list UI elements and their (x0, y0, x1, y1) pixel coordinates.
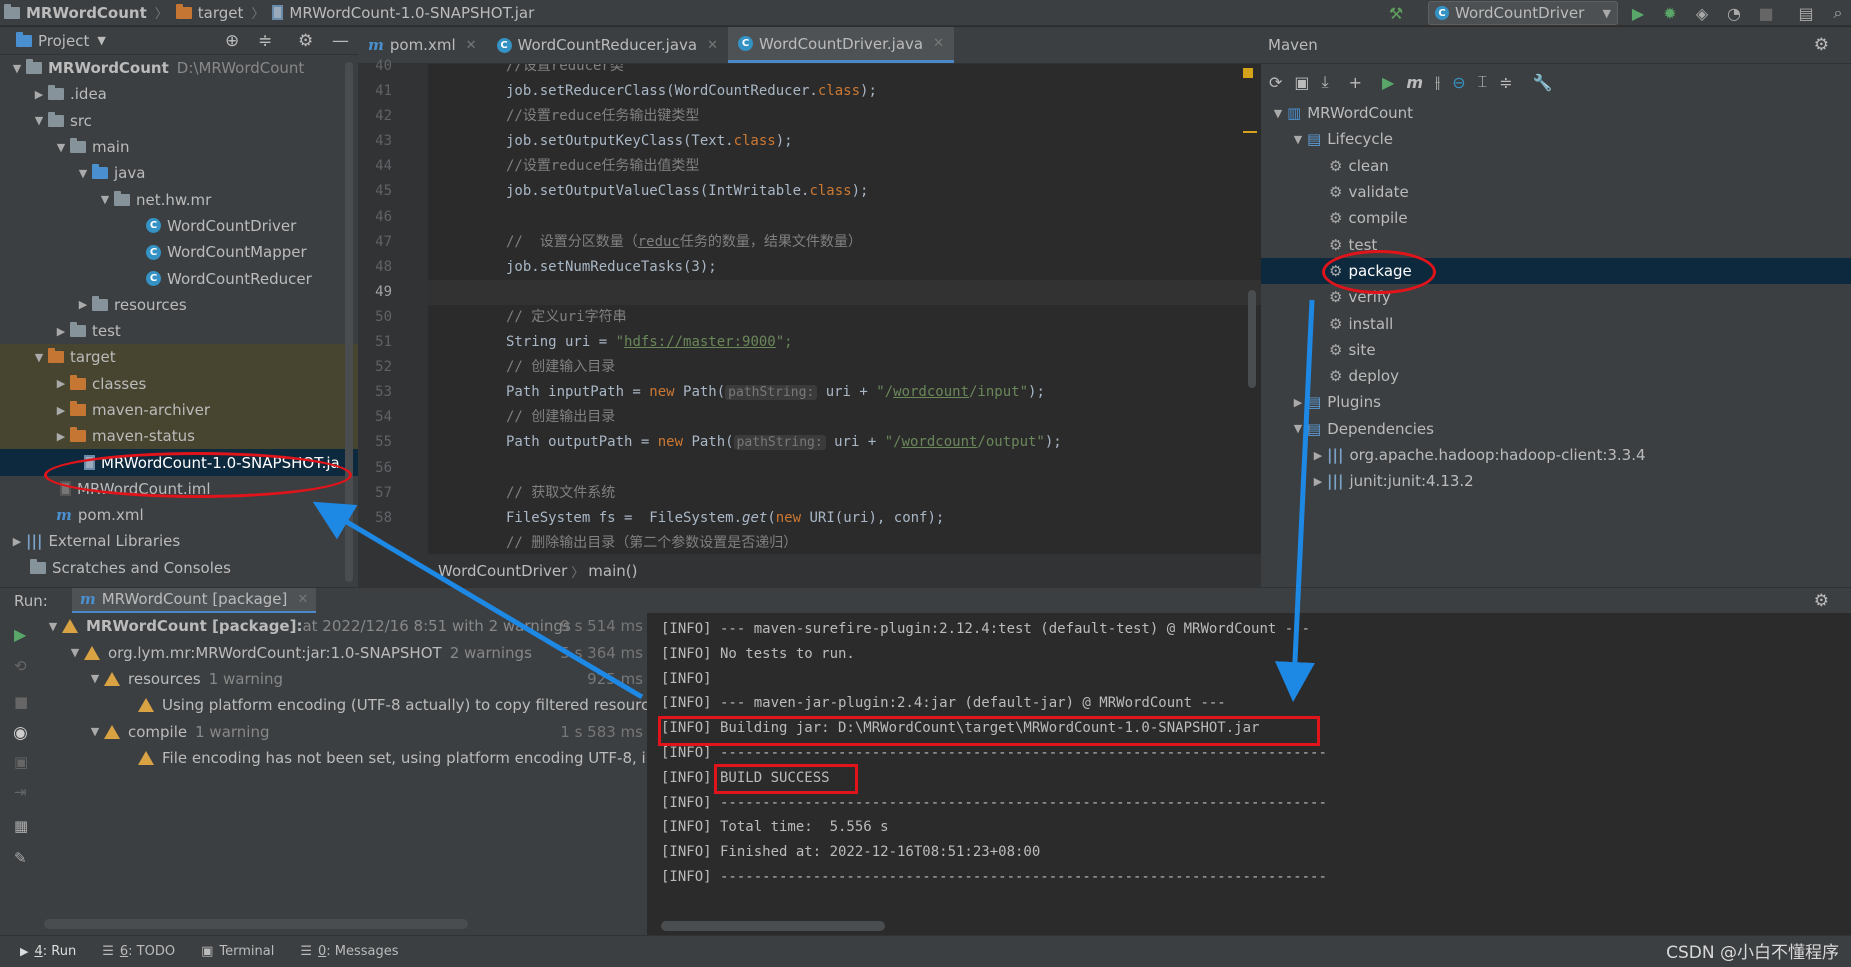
arrow-to-jar (312, 501, 644, 700)
annotation-arrows (312, 299, 1315, 702)
arrow-to-console (1274, 299, 1315, 702)
